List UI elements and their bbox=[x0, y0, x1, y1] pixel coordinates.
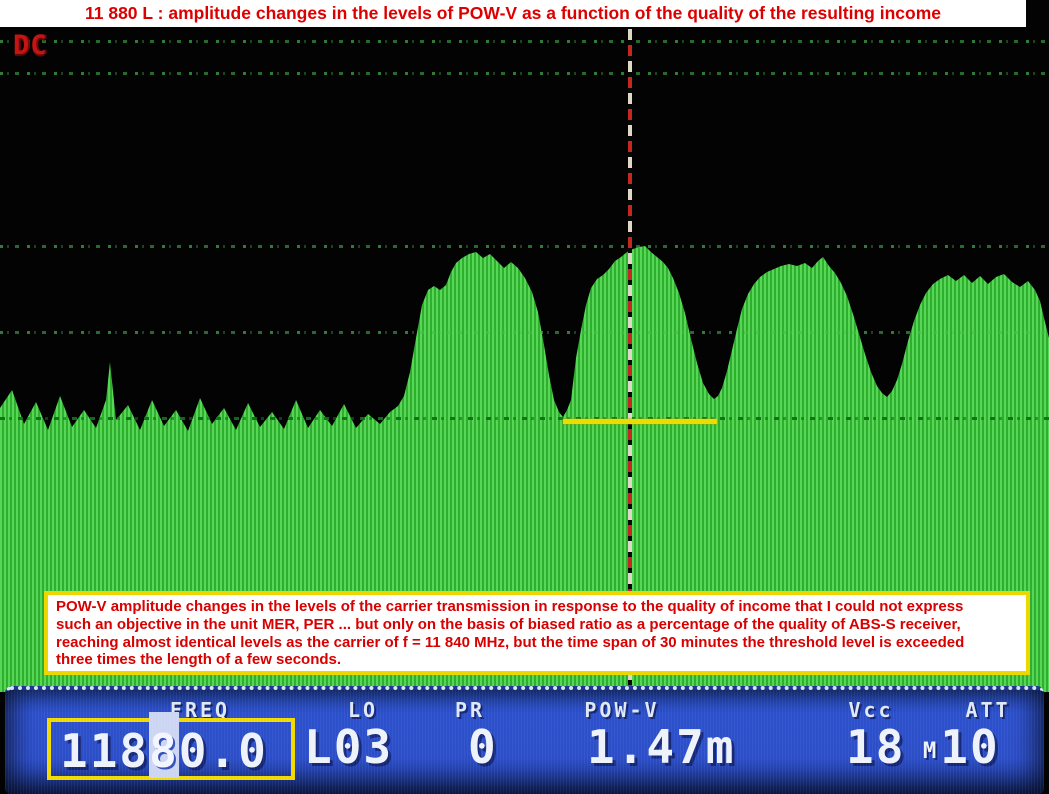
powv-value: 1.47m bbox=[587, 724, 735, 770]
page-title: 11 880 L : amplitude changes in the leve… bbox=[85, 3, 941, 24]
freq-value[interactable]: 11880.0 bbox=[60, 728, 268, 774]
annotation-line: reaching almost identical levels as the … bbox=[56, 634, 1016, 652]
lo-label: LO bbox=[348, 698, 378, 722]
freq-value-box[interactable]: 11880.0 bbox=[47, 718, 295, 780]
annotation-line: POW-V amplitude changes in the levels of… bbox=[56, 598, 1016, 616]
graticule-row bbox=[0, 331, 1049, 334]
att-number: 10 bbox=[940, 720, 999, 774]
annotation-line: such an objective in the unit MER, PER .… bbox=[56, 616, 1016, 634]
pr-value: 0 bbox=[468, 724, 498, 770]
pr-label: PR bbox=[455, 698, 485, 722]
att-label: ATT bbox=[965, 698, 1010, 722]
level-marker-line bbox=[563, 419, 717, 424]
lo-value: L03 bbox=[304, 724, 393, 770]
status-bar: FREQ LO PR POW-V Vcc ATT 11880.0 L03 0 1… bbox=[5, 686, 1044, 794]
powv-label: POW-V bbox=[584, 698, 659, 722]
dc-indicator: DC bbox=[13, 30, 48, 61]
vcc-label: Vcc bbox=[848, 698, 893, 722]
graticule-row bbox=[0, 245, 1049, 248]
graticule-row-reference bbox=[0, 417, 1049, 420]
graticule-row bbox=[0, 72, 1049, 75]
freq-digits-post: 0.0 bbox=[179, 724, 268, 778]
att-mode-prefix: M bbox=[923, 739, 937, 764]
att-value: M10 bbox=[923, 724, 1000, 780]
freq-cursor-digit[interactable]: 8 bbox=[149, 724, 179, 778]
annotation-box: POW-V amplitude changes in the levels of… bbox=[44, 591, 1030, 675]
vcc-value: 18 bbox=[846, 724, 905, 770]
graticule-row bbox=[0, 40, 1049, 43]
annotation-line: three times the length of a few seconds. bbox=[56, 651, 1016, 669]
analyzer-screen: DC 11 880 L : amplitude changes in the l… bbox=[0, 0, 1049, 794]
freq-digits-pre: 118 bbox=[60, 724, 149, 778]
frequency-marker-line bbox=[628, 29, 632, 688]
title-banner: 11 880 L : amplitude changes in the leve… bbox=[0, 0, 1026, 27]
